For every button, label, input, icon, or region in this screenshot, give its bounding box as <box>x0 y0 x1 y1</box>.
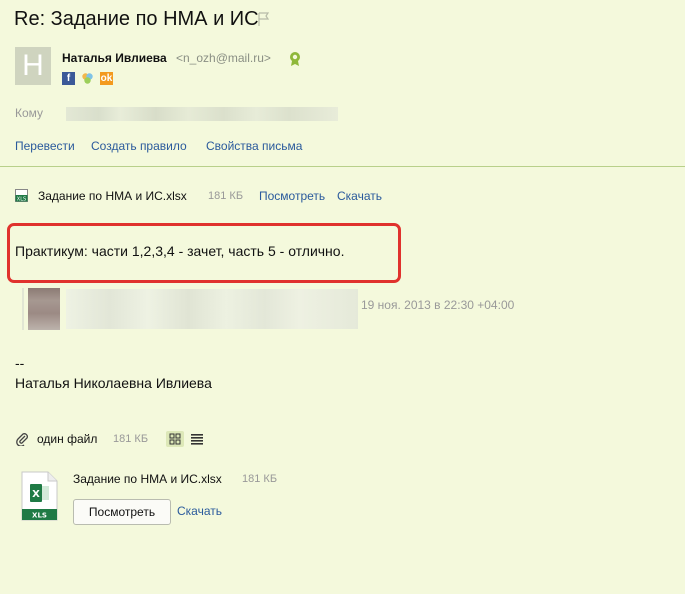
sender-name[interactable]: Наталья Ивлиева <box>62 51 167 65</box>
grid-view-icon[interactable] <box>166 431 184 447</box>
signature-separator: -- <box>15 355 25 371</box>
svg-text:XLS: XLS <box>17 197 26 203</box>
attachments-total-size: 181 КБ <box>113 433 149 445</box>
message-subject: Re: Задание по НМА и ИС <box>14 8 259 30</box>
moikrug-icon[interactable] <box>81 72 94 85</box>
verified-icon <box>290 52 300 66</box>
sender-email[interactable]: <n_ozh@mail.ru> <box>176 51 271 65</box>
view-button[interactable]: Посмотреть <box>73 499 171 525</box>
attachment-file-size: 181 КБ <box>242 473 278 485</box>
list-view-icon[interactable] <box>190 432 204 446</box>
excel-file-icon[interactable]: X XLS <box>20 471 58 521</box>
paperclip-icon <box>16 433 28 446</box>
create-rule-link[interactable]: Создать правило <box>91 139 187 153</box>
facebook-icon[interactable]: f <box>62 72 75 85</box>
message-properties-link[interactable]: Свойства письма <box>206 139 302 153</box>
quote-date: 19 ноя. 2013 в 22:30 +04:00 <box>361 298 515 312</box>
attachment-file-name[interactable]: Задание по НМА и ИС.xlsx <box>73 472 222 486</box>
attachment-size: 181 КБ <box>208 190 244 202</box>
message-body: Практикум: части 1,2,3,4 - зачет, часть … <box>15 243 345 259</box>
view-link[interactable]: Посмотреть <box>259 189 325 203</box>
translate-link[interactable]: Перевести <box>15 139 75 153</box>
attachments-count: один файл <box>37 432 98 446</box>
svg-text:X: X <box>32 489 40 500</box>
header-divider <box>0 166 685 167</box>
download-link[interactable]: Скачать <box>337 189 382 203</box>
xls-type-label: XLS <box>32 512 47 520</box>
odnoklassniki-icon[interactable]: ok <box>100 72 113 85</box>
xls-file-icon: XLS <box>15 189 28 202</box>
recipients-redacted <box>66 107 338 121</box>
sender-avatar: Н <box>15 47 51 85</box>
quote-redacted <box>66 289 358 329</box>
quote-avatar <box>28 288 60 330</box>
download-link-bottom[interactable]: Скачать <box>177 504 222 518</box>
recipients-label: Кому <box>15 106 44 120</box>
quote-bar <box>22 288 24 330</box>
signature-name: Наталья Николаевна Ивлиева <box>15 375 212 391</box>
attachment-name[interactable]: Задание по НМА и ИС.xlsx <box>38 189 187 203</box>
flag-icon[interactable] <box>257 11 271 27</box>
